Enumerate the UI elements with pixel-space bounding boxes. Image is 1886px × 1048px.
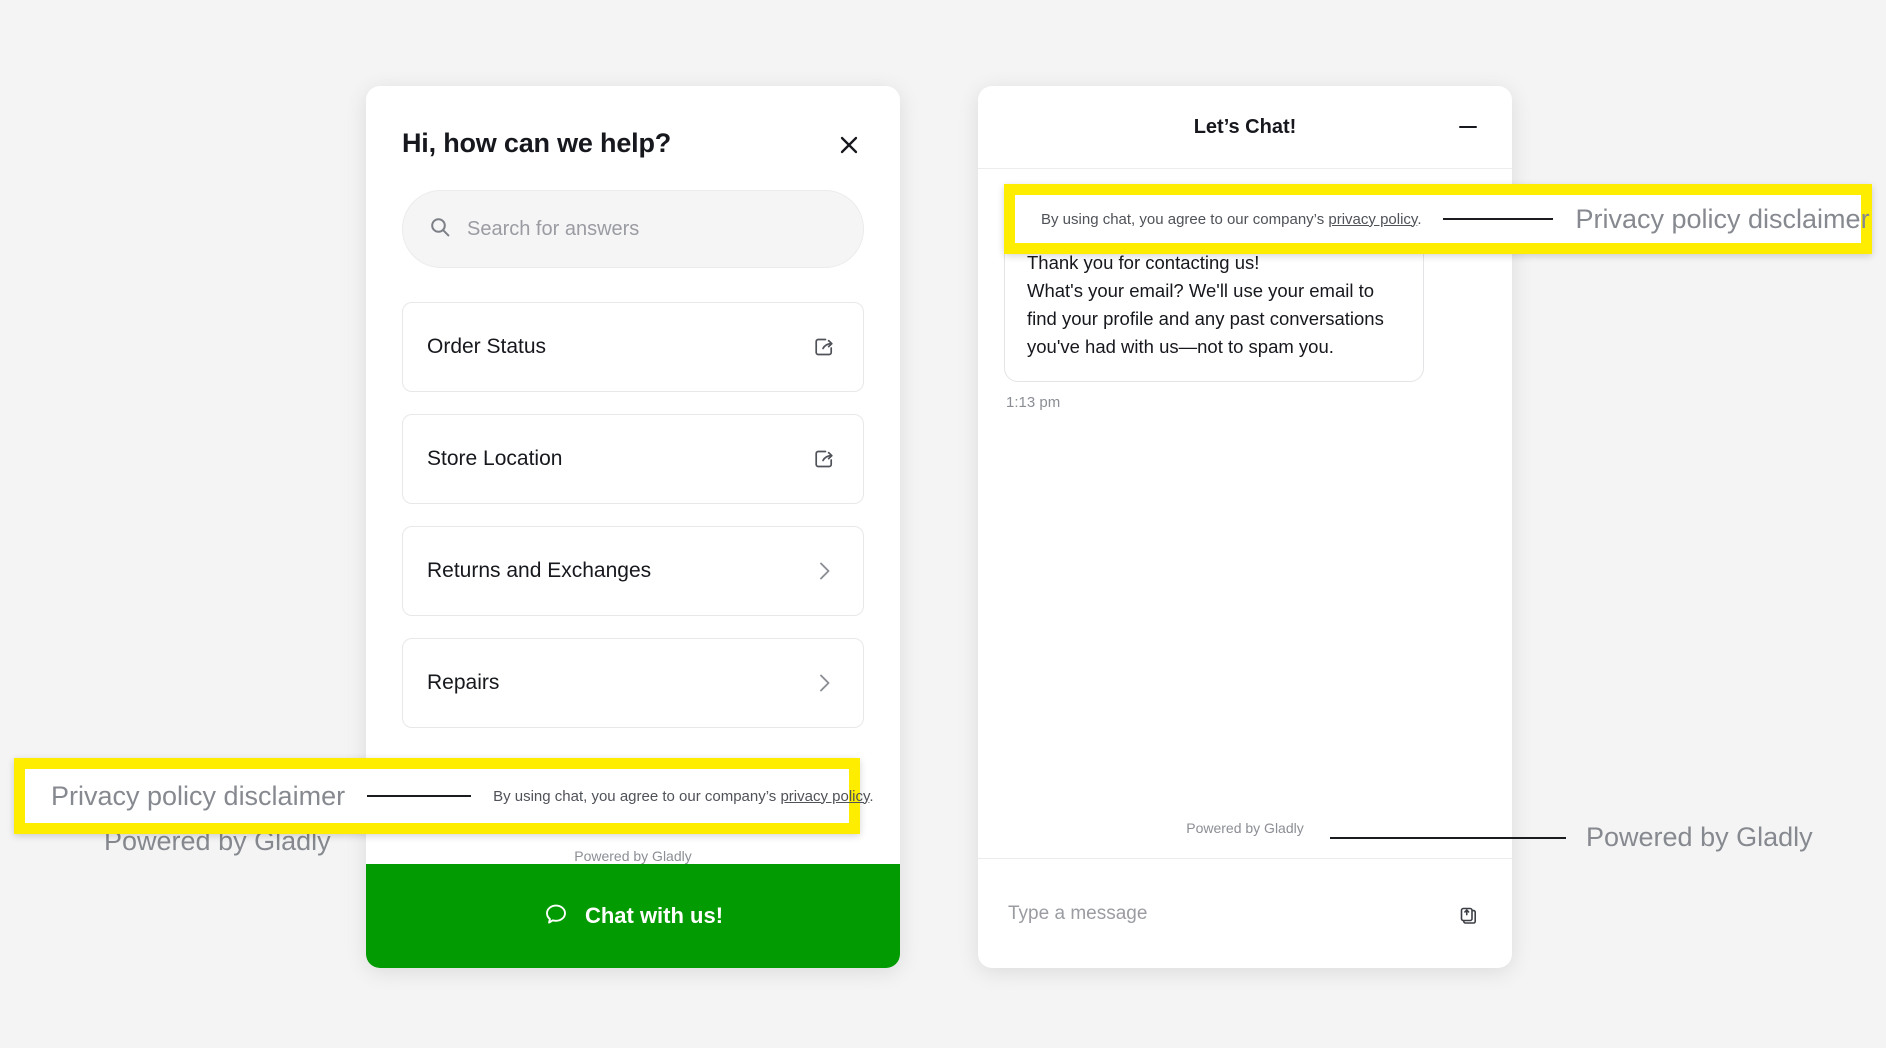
search-icon	[429, 216, 451, 243]
topic-list: Order Status Store Location Returns and …	[402, 302, 864, 728]
chat-panel-header: Let’s Chat!	[978, 86, 1512, 168]
chat-bubble-icon	[543, 901, 569, 932]
topic-item-repairs[interactable]: Repairs	[402, 638, 864, 728]
annotation-label: Powered by Gladly	[1586, 822, 1813, 852]
topic-item-order-status[interactable]: Order Status	[402, 302, 864, 392]
help-panel-header: Hi, how can we help?	[366, 86, 900, 160]
topic-item-returns-and-exchanges[interactable]: Returns and Exchanges	[402, 526, 864, 616]
external-link-icon	[811, 446, 837, 472]
search-input[interactable]	[467, 217, 837, 241]
chat-title: Let’s Chat!	[1193, 115, 1297, 138]
close-icon[interactable]	[834, 130, 864, 160]
privacy-policy-link[interactable]: privacy policy	[1328, 211, 1417, 228]
topic-item-store-location[interactable]: Store Location	[402, 414, 864, 504]
chat-with-us-button[interactable]: Chat with us!	[366, 864, 900, 968]
annotation-leader-line	[367, 795, 472, 797]
message-timestamp: 1:13 pm	[1006, 394, 1061, 412]
topic-label: Returns and Exchanges	[427, 559, 652, 582]
minimize-icon[interactable]	[1454, 113, 1482, 141]
annotation-target-text: By using chat, you agree to our company’…	[493, 788, 873, 805]
annotation-label: Privacy policy disclaimer	[51, 780, 346, 811]
annotation-target-text: By using chat, you agree to our company’…	[1041, 211, 1421, 228]
topic-label: Repairs	[427, 671, 500, 694]
annotation-target-suffix: .	[869, 787, 874, 805]
powered-by-label: Powered by Gladly	[574, 848, 692, 864]
help-widget-panel: Hi, how can we help? Order Status	[366, 86, 900, 968]
attachment-upload-icon[interactable]	[1452, 899, 1482, 929]
external-link-icon	[811, 334, 837, 360]
privacy-policy-link[interactable]: privacy policy	[780, 788, 869, 805]
annotation-callout-privacy-policy-left: Privacy policy disclaimer By using chat,…	[14, 758, 874, 834]
topic-label: Store Location	[427, 447, 563, 470]
chat-message-area: By using chat, you agree to our company’…	[978, 168, 1512, 858]
chevron-right-icon	[811, 558, 837, 584]
annotation-target-suffix: .	[1417, 210, 1422, 228]
annotation-callout-powered-by: Powered by Gladly	[1330, 822, 1813, 853]
topic-label: Order Status	[427, 335, 547, 358]
page-title: Hi, how can we help?	[402, 128, 672, 158]
annotation-leader-line	[1443, 218, 1554, 220]
chevron-right-icon	[811, 670, 837, 696]
annotation-target-prefix: By using chat, you agree to our company’…	[493, 787, 781, 805]
chat-with-us-label: Chat with us!	[584, 903, 724, 928]
search-bar[interactable]	[402, 190, 864, 268]
annotation-callout-privacy-policy-right: By using chat, you agree to our company’…	[1004, 184, 1872, 254]
annotation-leader-line	[1330, 836, 1566, 839]
chat-input-bar	[978, 858, 1512, 968]
annotation-target-prefix: By using chat, you agree to our company’…	[1041, 210, 1329, 228]
annotation-label: Privacy policy disclaimer	[1575, 203, 1870, 234]
message-input[interactable]	[1008, 902, 1440, 925]
